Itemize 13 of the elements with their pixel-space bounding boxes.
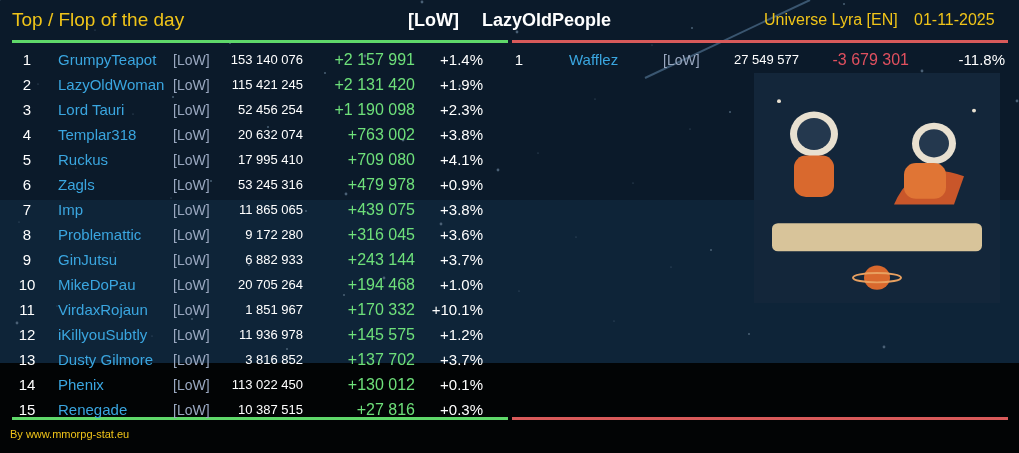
change-cell-text: +130 012	[346, 375, 415, 394]
guild-tag-cell-text: [LoW]	[173, 376, 211, 393]
rank-cell-text: 14	[17, 376, 37, 393]
rank-cell-text: 15	[17, 401, 37, 418]
footer-credit: By www.mmorpg-stat.eu	[9, 427, 131, 442]
player-name-link[interactable]: Renegade	[42, 401, 173, 418]
percent-cell-text: +0.3%	[439, 401, 483, 418]
total-cell-text: 113 022 450	[230, 377, 303, 392]
change-cell-text: +27 816	[355, 400, 415, 419]
guild-tag-cell-text: [LoW]	[173, 401, 211, 418]
percent-cell-text: +0.1%	[439, 376, 483, 393]
total-cell-text: 10 387 515	[236, 402, 303, 417]
player-name-link[interactable]: Phenix	[42, 376, 173, 393]
